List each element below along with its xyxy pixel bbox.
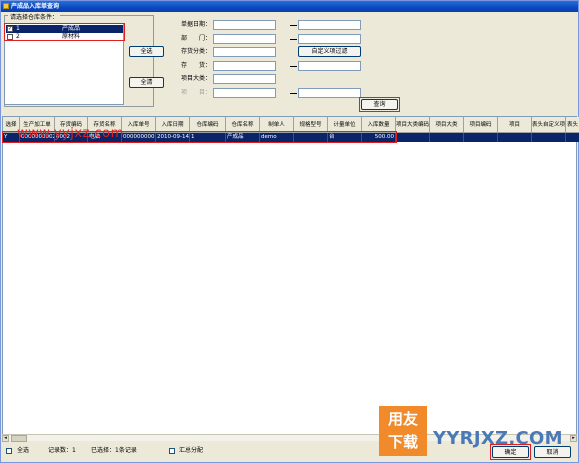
range-dash (290, 25, 297, 26)
cell-wh-code: 1 (190, 133, 226, 142)
doc-date-label: 单据日期： (181, 21, 212, 28)
warehouse-item-2[interactable]: 2 原材料 (6, 33, 123, 41)
project-class-label: 项目大类： (181, 75, 212, 82)
select-all-button[interactable]: 全选 (129, 46, 164, 57)
warehouse-list[interactable]: ✓ 1 产成品 2 原材料 (4, 23, 124, 105)
clear-all-button[interactable]: 全清 (129, 77, 164, 88)
cell-proj-class (430, 133, 464, 142)
watermark-text: www.yyjxz.com (17, 126, 124, 141)
cell-header-custom (532, 133, 566, 142)
cell-proj-code (464, 133, 498, 142)
inventory-from-input[interactable] (213, 61, 276, 71)
warehouse-condition-legend: 请选择仓库条件： (8, 14, 61, 22)
col-unit[interactable]: 计量单位 (328, 117, 362, 133)
results-grid[interactable]: 选择 生产加工单 存货编码 存货名称 入库单号 入库日期 仓库编码 仓库名称 制… (2, 116, 579, 435)
cell-rd-no: 0000000001 (123, 133, 156, 142)
cell-header-more (566, 133, 579, 142)
col-rd-no[interactable]: 入库单号 (122, 117, 156, 133)
project-to-input[interactable] (298, 88, 361, 98)
window-title: 产成品入库单查询 (11, 3, 60, 10)
summary-checkbox[interactable] (169, 448, 175, 454)
scroll-right-icon[interactable]: ▸ (570, 435, 577, 442)
ok-button[interactable]: 确定 (492, 446, 529, 458)
app-icon (3, 3, 9, 9)
warehouse-item-1[interactable]: ✓ 1 产成品 (6, 25, 123, 33)
inv-class-label: 存货分类： (181, 48, 212, 55)
col-maker[interactable]: 制单人 (260, 117, 294, 133)
inventory-to-input[interactable] (298, 61, 361, 71)
project-label: 项 目： (181, 89, 212, 96)
logo-line2: 下载 (387, 433, 418, 451)
warehouse-code: 1 (16, 25, 20, 32)
cancel-button[interactable]: 取消 (534, 446, 571, 458)
scroll-thumb[interactable] (11, 435, 27, 442)
cell-unit: 台 (328, 133, 362, 142)
query-window: 产成品入库单查询 请选择仓库条件： ✓ 1 产成品 2 原材料 全选 全清 单据… (0, 0, 579, 463)
col-header-more[interactable]: 表头 (566, 117, 579, 133)
inv-class-input[interactable] (213, 47, 276, 57)
project-from-input[interactable] (213, 88, 276, 98)
dept-to-input[interactable] (298, 34, 361, 44)
col-proj-class[interactable]: 项目大类 (430, 117, 464, 133)
dept-from-input[interactable] (213, 34, 276, 44)
title-bar[interactable]: 产成品入库单查询 (1, 1, 578, 12)
doc-date-to-input[interactable] (298, 20, 361, 30)
col-header-custom[interactable]: 表头自定义项 (532, 117, 566, 133)
range-dash (290, 39, 297, 40)
select-all-label: 全选 (17, 447, 30, 454)
col-proj-class-code[interactable]: 项目大类编码 (396, 117, 430, 133)
col-project[interactable]: 项目 (498, 117, 532, 133)
doc-date-from-input[interactable] (213, 20, 276, 30)
logo-badge: 用友 下载 (379, 406, 427, 456)
project-class-input[interactable] (213, 74, 276, 84)
cell-qty: 500.00 (362, 133, 396, 142)
warehouse-name: 产成品 (62, 25, 81, 32)
cell-proj-class-code (396, 133, 430, 142)
col-wh-code[interactable]: 仓库编码 (190, 117, 226, 133)
warehouse-code: 2 (16, 33, 20, 40)
warehouse-checkbox-1[interactable]: ✓ (7, 26, 13, 32)
inventory-label: 存 货： (181, 62, 212, 69)
scroll-left-icon[interactable]: ◂ (2, 435, 9, 442)
range-dash (290, 66, 297, 67)
warehouse-checkbox-2[interactable] (7, 34, 13, 40)
col-proj-code[interactable]: 项目编码 (464, 117, 498, 133)
range-dash (290, 93, 297, 94)
record-count: 记录数：1 (48, 447, 76, 454)
warehouse-name: 原材料 (62, 33, 81, 40)
cell-wh-name: 产成品 (226, 133, 260, 142)
dept-label: 部 门： (181, 35, 212, 42)
custom-filter-button[interactable]: 自定义项过滤 (298, 46, 361, 57)
cell-spec (294, 133, 328, 142)
col-qty[interactable]: 入库数量 (362, 117, 396, 133)
select-all-checkbox[interactable] (6, 448, 12, 454)
query-button[interactable]: 查询 (361, 99, 398, 110)
col-spec[interactable]: 规格型号 (294, 117, 328, 133)
cell-rd-date: 2010-09-14 (157, 133, 190, 142)
cell-project (498, 133, 532, 142)
col-wh-name[interactable]: 仓库名称 (226, 117, 260, 133)
cell-maker: demo (260, 133, 294, 142)
selected-count: 已选择：1条记录 (91, 447, 137, 454)
logo-line1: 用友 (387, 410, 418, 428)
summary-label: 汇总分配 (179, 447, 204, 454)
col-rd-date[interactable]: 入库日期 (156, 117, 190, 133)
